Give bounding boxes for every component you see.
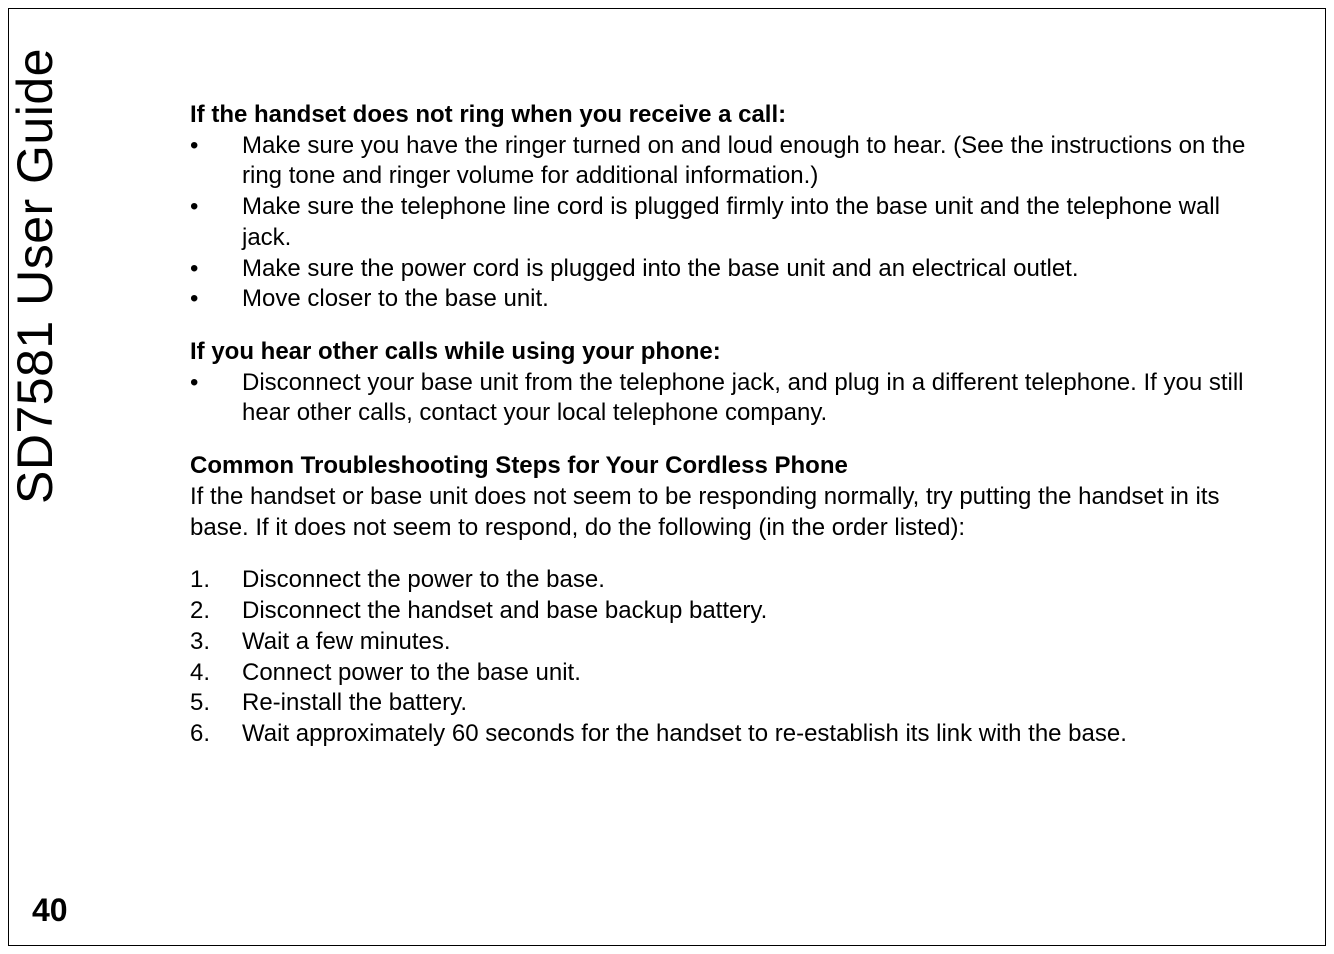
section-heading-3: Common Troubleshooting Steps for Your Co… [190,451,1274,482]
step-number: 1. [190,565,210,596]
list-item: 5. Re-install the battery. [190,688,1274,719]
section-intro-text: If the handset or base unit does not see… [190,482,1274,543]
list-item: Make sure you have the ringer turned on … [190,131,1274,192]
list-item-text: Make sure the telephone line cord is plu… [242,193,1220,251]
step-number: 5. [190,688,210,719]
page-number: 40 [32,892,68,929]
step-text: Disconnect the power to the base. [242,566,605,593]
step-text: Wait a few minutes. [242,628,451,655]
step-number: 3. [190,627,210,658]
list-item-text: Make sure the power cord is plugged into… [242,255,1079,282]
list-item: Move closer to the base unit. [190,284,1274,315]
step-number: 6. [190,719,210,750]
list-item: 3. Wait a few minutes. [190,627,1274,658]
list-item: Make sure the telephone line cord is plu… [190,192,1274,253]
document-title-vertical: SD7581 User Guide [6,48,64,504]
list-item-text: Disconnect your base unit from the telep… [242,369,1244,427]
section-heading-2: If you hear other calls while using your… [190,337,1274,368]
step-text: Wait approximately 60 seconds for the ha… [242,720,1127,747]
section-heading-1: If the handset does not ring when you re… [190,100,1274,131]
list-item: 1. Disconnect the power to the base. [190,565,1274,596]
list-item-text: Make sure you have the ringer turned on … [242,132,1245,190]
list-item: 4. Connect power to the base unit. [190,658,1274,689]
step-number: 2. [190,596,210,627]
step-number: 4. [190,658,210,689]
list-item: Make sure the power cord is plugged into… [190,254,1274,285]
main-content: If the handset does not ring when you re… [190,100,1274,750]
step-text: Connect power to the base unit. [242,659,581,686]
step-text: Re-install the battery. [242,689,467,716]
numbered-list: 1. Disconnect the power to the base. 2. Di… [190,565,1274,749]
list-item: 6. Wait approximately 60 seconds for the … [190,719,1274,750]
list-item-text: Move closer to the base unit. [242,285,549,312]
list-item: Disconnect your base unit from the telep… [190,368,1274,429]
step-text: Disconnect the handset and base backup b… [242,597,767,624]
bullet-list-1: Make sure you have the ringer turned on … [190,131,1274,315]
list-item: 2. Disconnect the handset and base backup… [190,596,1274,627]
bullet-list-2: Disconnect your base unit from the telep… [190,368,1274,429]
